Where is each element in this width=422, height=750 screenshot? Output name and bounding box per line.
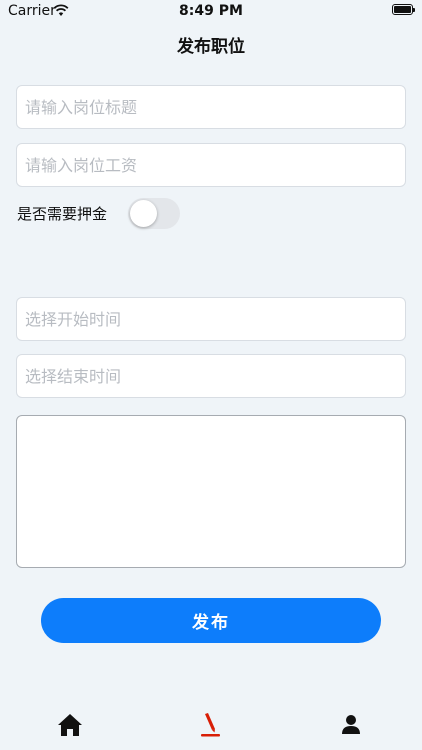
start-time-input[interactable] bbox=[16, 297, 406, 341]
job-title-input[interactable] bbox=[16, 85, 406, 129]
toggle-knob bbox=[130, 200, 157, 227]
home-icon bbox=[58, 714, 82, 736]
tab-publish[interactable] bbox=[196, 710, 226, 740]
tab-profile[interactable] bbox=[336, 710, 366, 740]
status-time: 8:49 PM bbox=[179, 3, 243, 19]
battery-icon bbox=[392, 4, 415, 15]
end-time-input[interactable] bbox=[16, 354, 406, 398]
description-textarea[interactable] bbox=[16, 415, 406, 568]
person-icon bbox=[342, 715, 360, 734]
deposit-toggle[interactable] bbox=[128, 198, 180, 229]
status-bar: Carrier 8:49 PM bbox=[0, 0, 422, 24]
publish-button[interactable]: 发布 bbox=[41, 598, 381, 643]
page-title: 发布职位 bbox=[177, 37, 245, 57]
deposit-label: 是否需要押金 bbox=[17, 205, 108, 223]
salary-input[interactable] bbox=[16, 143, 406, 187]
pen-icon bbox=[201, 713, 220, 737]
tab-home[interactable] bbox=[55, 710, 85, 740]
